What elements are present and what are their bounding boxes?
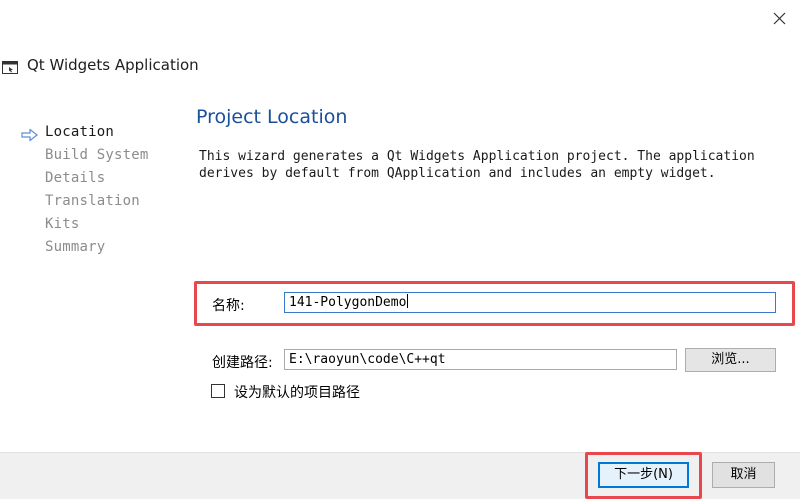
description-text: This wizard generates a Qt Widgets Appli… <box>199 149 755 181</box>
step-kits[interactable]: Kits <box>45 216 80 232</box>
step-summary[interactable]: Summary <box>45 239 105 255</box>
default-path-checkbox[interactable] <box>211 384 225 398</box>
close-icon <box>773 12 786 25</box>
step-translation[interactable]: Translation <box>45 193 140 209</box>
app-window-icon <box>2 59 18 74</box>
next-button[interactable]: 下一步(N) <box>598 462 689 488</box>
text-caret <box>407 294 409 308</box>
window-title: Qt Widgets Application <box>27 56 199 74</box>
path-input[interactable]: E:\raoyun\code\C++qt <box>284 349 677 370</box>
arrow-right-icon <box>21 126 39 142</box>
close-button[interactable] <box>764 4 794 32</box>
step-build-system[interactable]: Build System <box>45 147 149 163</box>
cancel-button[interactable]: 取消 <box>712 462 775 488</box>
default-path-label: 设为默认的项目路径 <box>234 385 360 401</box>
step-details[interactable]: Details <box>45 170 105 186</box>
page-title: Project Location <box>196 106 348 128</box>
step-location[interactable]: Location <box>45 124 114 140</box>
name-input-value: 141-PolygonDemo <box>289 295 407 310</box>
browse-button[interactable]: 浏览... <box>685 348 776 372</box>
path-label: 创建路径: <box>212 355 273 371</box>
name-input[interactable]: 141-PolygonDemo <box>284 292 776 313</box>
name-label: 名称: <box>212 298 245 314</box>
